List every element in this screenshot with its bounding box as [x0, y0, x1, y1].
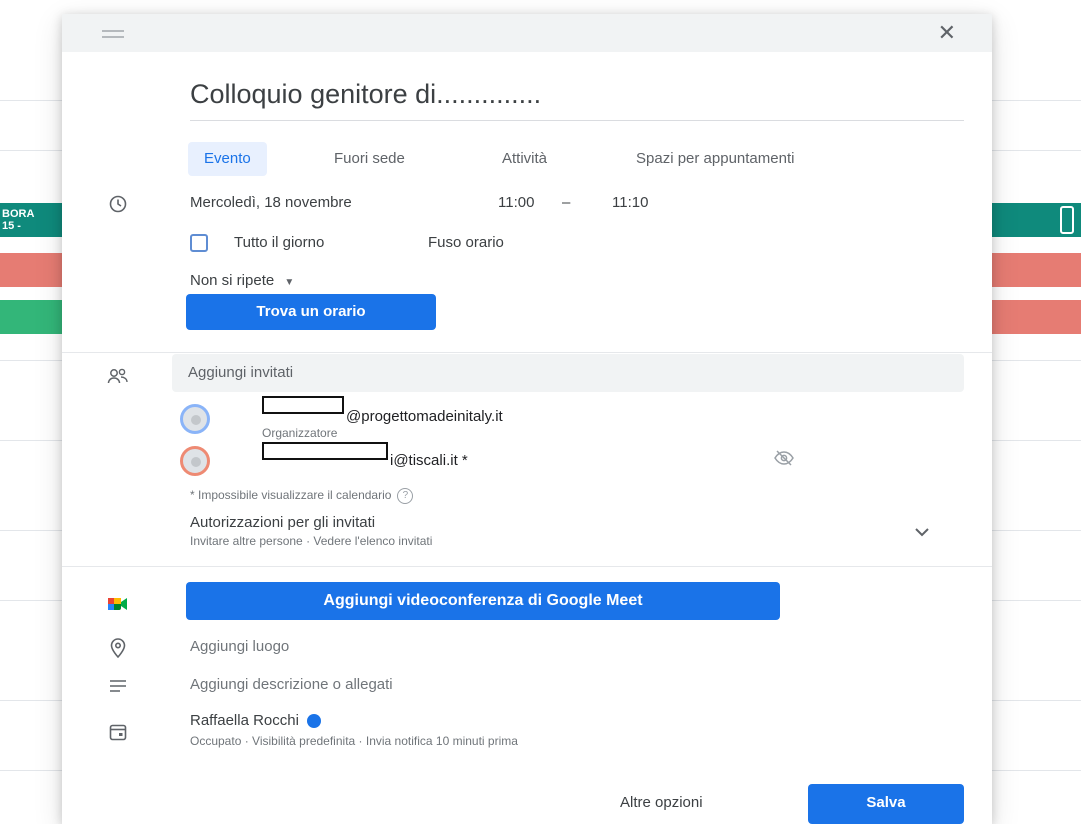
- section-divider: [62, 352, 992, 353]
- start-time[interactable]: 11:00: [498, 194, 534, 211]
- add-guests-placeholder: Aggiungi invitati: [188, 364, 294, 381]
- description-icon: [106, 674, 130, 698]
- add-google-meet-button[interactable]: Aggiungi videoconferenza di Google Meet: [186, 582, 780, 620]
- guest-permissions-summary: Invitare altre persone · Vedere l'elenco…: [190, 534, 433, 548]
- calendar-owner-name: Raffaella Rocchi: [190, 712, 299, 729]
- guests-icon: [106, 364, 130, 388]
- drag-handle-icon[interactable]: [102, 30, 124, 38]
- google-meet-icon: [106, 592, 130, 616]
- calendar-event-block[interactable]: [0, 253, 62, 287]
- add-location-input[interactable]: Aggiungi luogo: [190, 638, 289, 655]
- guest-avatar: [180, 404, 210, 434]
- tab-evento[interactable]: Evento: [188, 142, 267, 176]
- tab-attivita[interactable]: Attività: [486, 142, 563, 176]
- event-edit-dialog: ✕ Colloquio genitore di.............. Ev…: [62, 14, 992, 824]
- event-date[interactable]: Mercoledì, 18 novembre: [190, 194, 352, 211]
- redaction-box: [262, 442, 388, 460]
- close-icon[interactable]: ✕: [938, 22, 956, 44]
- end-time[interactable]: 11:10: [612, 194, 648, 211]
- location-pin-icon: [106, 636, 130, 660]
- calendar-unavailable-text: * Impossibile visualizzare il calendario: [190, 488, 392, 503]
- section-divider: [62, 566, 992, 567]
- dropdown-arrow-icon: ▼: [284, 277, 295, 288]
- guest-permissions-title[interactable]: Autorizzazioni per gli invitati: [190, 514, 375, 531]
- help-icon[interactable]: ?: [397, 488, 414, 504]
- clock-icon: [106, 192, 130, 216]
- add-guests-input[interactable]: Aggiungi invitati: [172, 354, 964, 392]
- calendar-event-chip: [1060, 206, 1074, 234]
- calendar-details[interactable]: Occupato · Visibilità predefinita · Invi…: [190, 734, 518, 748]
- repeat-dropdown[interactable]: Non si ripete ▼: [190, 272, 294, 289]
- guest-role: Organizzatore: [262, 426, 338, 440]
- timezone-link[interactable]: Fuso orario: [428, 234, 504, 251]
- add-description-input[interactable]: Aggiungi descrizione o allegati: [190, 676, 393, 693]
- calendar-event-label: BORA 15 -: [2, 208, 35, 232]
- find-time-button[interactable]: Trova un orario: [186, 294, 436, 330]
- time-separator: –: [562, 194, 571, 211]
- calendar-event-block[interactable]: [0, 300, 62, 334]
- all-day-checkbox[interactable]: [190, 234, 208, 252]
- redaction-box: [262, 396, 344, 414]
- calendar-event-block[interactable]: [992, 253, 1081, 287]
- calendar-color-dot[interactable]: [306, 714, 321, 729]
- tab-spazi-appuntamenti[interactable]: Spazi per appuntamenti: [620, 142, 810, 176]
- guest-avatar: [180, 446, 210, 476]
- tab-fuori-sede[interactable]: Fuori sede: [318, 142, 421, 176]
- all-day-label[interactable]: Tutto il giorno: [234, 234, 324, 251]
- guest-email[interactable]: @progettomadeinitaly.it: [346, 408, 503, 425]
- calendar-owner[interactable]: Raffaella Rocchi: [190, 712, 321, 729]
- more-options-button[interactable]: Altre opzioni: [620, 794, 703, 811]
- dialog-header: ✕: [62, 14, 992, 52]
- save-button[interactable]: Salva: [808, 784, 964, 824]
- visibility-off-icon[interactable]: [774, 450, 794, 471]
- calendar-unavailable-note: * Impossibile visualizzare il calendario…: [190, 488, 414, 504]
- calendar-event-block[interactable]: [992, 300, 1081, 334]
- guest-email[interactable]: i@tiscali.it *: [390, 452, 468, 469]
- chevron-down-icon[interactable]: [914, 524, 930, 542]
- calendar-icon: [106, 720, 130, 744]
- repeat-label: Non si ripete: [190, 272, 275, 289]
- event-title-input[interactable]: Colloquio genitore di..............: [190, 76, 964, 121]
